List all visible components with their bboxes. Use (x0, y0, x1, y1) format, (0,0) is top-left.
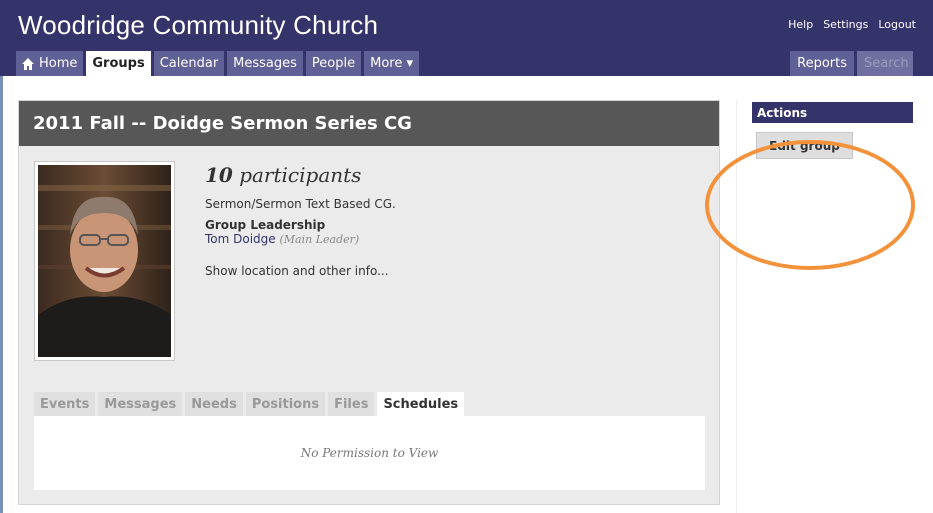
logout-link[interactable]: Logout (878, 18, 916, 31)
search-input[interactable]: Search (857, 51, 913, 76)
participant-count: 10 participants (205, 163, 396, 187)
leader-photo (38, 165, 171, 357)
tab-home[interactable]: Home (16, 51, 84, 76)
subtab-needs[interactable]: Needs (185, 392, 243, 416)
subtab-files[interactable]: Files (328, 392, 375, 416)
tab-reports[interactable]: Reports (790, 51, 854, 76)
tab-groups[interactable]: Groups (86, 51, 151, 76)
home-icon (22, 57, 34, 70)
tab-calendar[interactable]: Calendar (153, 51, 225, 76)
leader-entry: Tom Doidge (Main Leader) (205, 232, 396, 246)
group-description: Sermon/Sermon Text Based CG. (205, 197, 396, 211)
no-permission-message: No Permission to View (300, 446, 439, 460)
group-photo[interactable] (34, 161, 175, 361)
subtab-positions[interactable]: Positions (245, 392, 326, 416)
page-title: 2011 Fall -- Doidge Sermon Series CG (19, 101, 719, 146)
group-info: 10 participants Sermon/Sermon Text Based… (205, 163, 396, 278)
site-title[interactable]: Woodridge Community Church (18, 10, 378, 41)
help-link[interactable]: Help (788, 18, 813, 31)
subtab-panel: No Permission to View (34, 416, 705, 490)
site-header: Woodridge Community Church Help Settings… (0, 0, 933, 76)
subtab-schedules[interactable]: Schedules (377, 392, 465, 416)
participant-number: 10 (205, 163, 233, 187)
settings-link[interactable]: Settings (823, 18, 868, 31)
show-location-link[interactable]: Show location and other info... (205, 264, 396, 278)
tab-more[interactable]: More ▾ (364, 51, 420, 76)
leader-name-link[interactable]: Tom Doidge (205, 232, 276, 246)
tab-people[interactable]: People (305, 51, 362, 76)
leadership-heading: Group Leadership (205, 218, 326, 232)
highlight-circle-annotation (705, 140, 915, 270)
participant-label: participants (232, 163, 362, 187)
main-nav: Home Groups Calendar Messages People Mor… (16, 51, 420, 76)
actions-heading: Actions (752, 102, 913, 123)
subtab-messages[interactable]: Messages (98, 392, 183, 416)
leader-role: (Main Leader) (279, 233, 360, 246)
group-subtabs: Events Messages Needs Positions Files Sc… (34, 392, 465, 416)
tab-messages[interactable]: Messages (227, 51, 303, 76)
subtab-events[interactable]: Events (34, 392, 96, 416)
tab-home-label: Home (39, 56, 78, 71)
right-nav: Reports Search (790, 51, 913, 76)
utility-links: Help Settings Logout (788, 18, 916, 31)
group-panel: 2011 Fall -- Doidge Sermon Series CG 10 … (18, 100, 720, 505)
